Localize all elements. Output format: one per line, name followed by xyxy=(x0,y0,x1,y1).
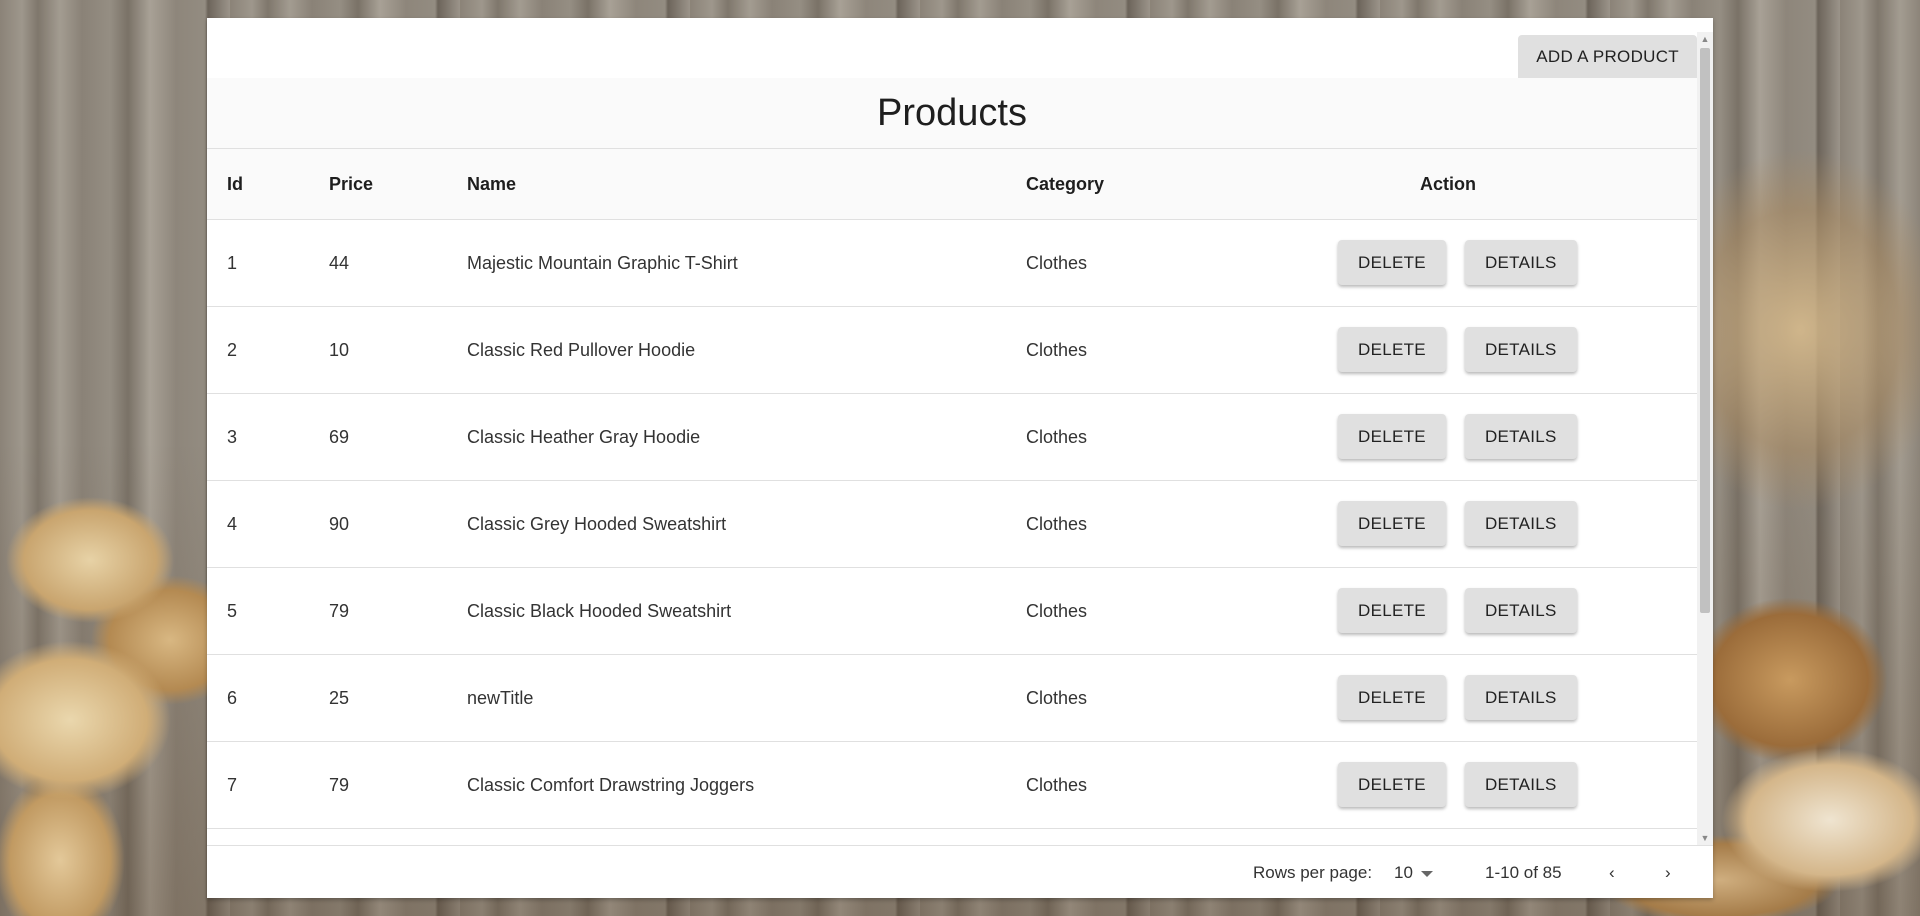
table-row: 1 44 Majestic Mountain Graphic T-Shirt C… xyxy=(207,220,1697,307)
vertical-scrollbar[interactable]: ▲ ▼ xyxy=(1697,32,1713,845)
table-row: 2 10 Classic Red Pullover Hoodie Clothes… xyxy=(207,307,1697,394)
table-row: 4 90 Classic Grey Hooded Sweatshirt Clot… xyxy=(207,481,1697,568)
table-header-row: Id Price Name Category Action xyxy=(207,149,1697,220)
add-product-button[interactable]: ADD A PRODUCT xyxy=(1518,35,1697,78)
cell-category: Clothes xyxy=(1026,339,1088,360)
header-price: Price xyxy=(329,173,374,194)
details-button[interactable]: DETAILS xyxy=(1464,762,1577,807)
details-button[interactable]: DETAILS xyxy=(1464,414,1577,459)
cell-price: 90 xyxy=(329,513,350,534)
table-row: 7 79 Classic Comfort Drawstring Joggers … xyxy=(207,742,1697,829)
cell-name: Classic Black Hooded Sweatshirt xyxy=(467,600,732,621)
cell-category: Clothes xyxy=(1026,774,1088,795)
header-name: Name xyxy=(467,173,517,194)
cell-id: 1 xyxy=(227,252,238,273)
table-row: 3 69 Classic Heather Gray Hoodie Clothes… xyxy=(207,394,1697,481)
delete-button[interactable]: DELETE xyxy=(1338,762,1446,807)
delete-button[interactable]: DELETE xyxy=(1338,240,1446,285)
cell-category: Clothes xyxy=(1026,252,1088,273)
table-row: 6 25 newTitle Clothes DELETE DETAILS xyxy=(207,655,1697,742)
cell-category: Clothes xyxy=(1026,513,1088,534)
pagination-range: 1-10 of 85 xyxy=(1485,862,1562,882)
cell-price: 79 xyxy=(329,600,350,621)
cell-price: 10 xyxy=(329,339,350,360)
title-row: Products xyxy=(207,78,1697,149)
caret-down-icon xyxy=(1420,870,1433,877)
cell-category: Clothes xyxy=(1026,426,1088,447)
cell-category: Clothes xyxy=(1026,687,1088,708)
cell-price: 25 xyxy=(329,687,350,708)
details-button[interactable]: DETAILS xyxy=(1464,240,1577,285)
row-actions: DELETE DETAILS xyxy=(1338,675,1577,720)
cell-id: 6 xyxy=(227,687,238,708)
scroll-thumb[interactable] xyxy=(1700,48,1710,613)
header-action: Action xyxy=(1420,173,1476,194)
cell-price: 69 xyxy=(329,426,350,447)
delete-button[interactable]: DELETE xyxy=(1338,501,1446,546)
cell-price: 79 xyxy=(329,774,350,795)
scroll-up-arrow-icon[interactable]: ▲ xyxy=(1697,32,1713,46)
table-row: 5 79 Classic Black Hooded Sweatshirt Clo… xyxy=(207,568,1697,655)
row-actions: DELETE DETAILS xyxy=(1338,501,1577,546)
row-actions: DELETE DETAILS xyxy=(1338,762,1577,807)
cell-id: 5 xyxy=(227,600,238,621)
cell-name: Classic Red Pullover Hoodie xyxy=(467,339,696,360)
products-card: ADD A PRODUCT Products Id Price Name Cat… xyxy=(207,18,1713,898)
cell-price: 44 xyxy=(329,252,350,273)
row-actions: DELETE DETAILS xyxy=(1338,414,1577,459)
delete-button[interactable]: DELETE xyxy=(1338,414,1446,459)
delete-button[interactable]: DELETE xyxy=(1338,588,1446,633)
header-id: Id xyxy=(227,173,243,194)
top-toolbar: ADD A PRODUCT xyxy=(207,18,1697,78)
details-button[interactable]: DETAILS xyxy=(1464,588,1577,633)
pagination-bar: Rows per page: 10 1-10 of 85 ‹ › xyxy=(207,845,1713,898)
cell-id: 2 xyxy=(227,339,238,360)
page-title: Products xyxy=(877,91,1027,134)
cell-id: 3 xyxy=(227,426,238,447)
row-actions: DELETE DETAILS xyxy=(1338,588,1577,633)
rows-per-page-select[interactable]: 10 xyxy=(1394,846,1433,898)
delete-button[interactable]: DELETE xyxy=(1338,327,1446,372)
cell-name: Classic Comfort Drawstring Joggers xyxy=(467,774,755,795)
cell-id: 7 xyxy=(227,774,238,795)
cell-id: 4 xyxy=(227,513,238,534)
cell-category: Clothes xyxy=(1026,600,1088,621)
cell-name: Classic Grey Hooded Sweatshirt xyxy=(467,513,727,534)
chevron-right-icon[interactable]: › xyxy=(1665,846,1671,898)
cell-name: newTitle xyxy=(467,687,534,708)
rows-per-page-value: 10 xyxy=(1394,862,1413,882)
row-actions: DELETE DETAILS xyxy=(1338,240,1577,285)
details-button[interactable]: DETAILS xyxy=(1464,501,1577,546)
row-actions: DELETE DETAILS xyxy=(1338,327,1577,372)
chevron-left-icon[interactable]: ‹ xyxy=(1609,846,1615,898)
details-button[interactable]: DETAILS xyxy=(1464,327,1577,372)
rows-per-page-label: Rows per page: xyxy=(1253,862,1373,882)
cell-name: Classic Heather Gray Hoodie xyxy=(467,426,701,447)
cell-name: Majestic Mountain Graphic T-Shirt xyxy=(467,252,738,273)
table-body: 1 44 Majestic Mountain Graphic T-Shirt C… xyxy=(207,220,1697,829)
header-category: Category xyxy=(1026,173,1105,194)
scroll-down-arrow-icon[interactable]: ▼ xyxy=(1697,831,1713,845)
delete-button[interactable]: DELETE xyxy=(1338,675,1446,720)
details-button[interactable]: DETAILS xyxy=(1464,675,1577,720)
